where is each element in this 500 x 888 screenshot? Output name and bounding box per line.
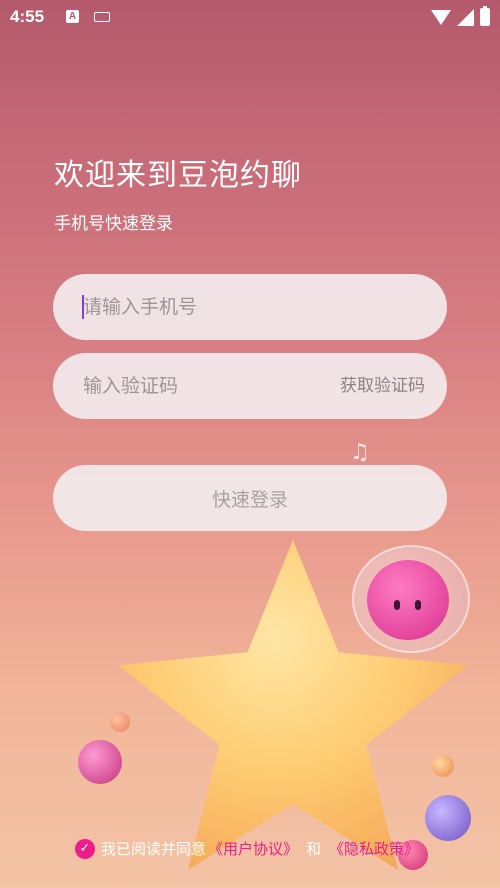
page-subtitle: 手机号快速登录 <box>54 214 173 234</box>
status-icons <box>431 6 490 26</box>
music-note-icon: ♫ <box>350 440 370 465</box>
agreement-and: 和 <box>306 840 322 858</box>
bubble-decoration <box>425 795 471 841</box>
signal-icon <box>457 8 474 26</box>
mascot-eye <box>415 600 421 610</box>
user-agreement-link[interactable]: 《用户协议》 <box>208 838 298 859</box>
bubble-decoration <box>432 755 454 777</box>
page-title: 欢迎来到豆泡约聊 <box>54 158 302 193</box>
mascot-eye <box>394 600 400 610</box>
accessibility-icon: A <box>66 10 79 23</box>
code-field[interactable]: 获取验证码 <box>53 353 447 419</box>
status-bar: 4:55 A <box>0 0 500 34</box>
agreement-row: ✓ 我已阅读并同意 《用户协议》 和 《隐私政策》 <box>75 838 421 859</box>
phone-input[interactable] <box>83 274 323 340</box>
keyboard-icon <box>94 12 110 22</box>
astronaut-mascot-illustration <box>367 560 449 640</box>
status-time: 4:55 <box>10 7 45 26</box>
agreement-prefix: 我已阅读并同意 <box>101 840 207 858</box>
bubble-decoration <box>110 712 130 732</box>
privacy-policy-link[interactable]: 《隐私政策》 <box>329 838 419 859</box>
code-input[interactable] <box>83 353 323 419</box>
wifi-icon <box>431 9 451 25</box>
get-code-button[interactable]: 获取验证码 <box>340 353 425 419</box>
bubble-decoration <box>78 740 122 784</box>
agree-checkbox[interactable]: ✓ <box>75 838 95 859</box>
battery-icon <box>480 6 490 26</box>
phone-field[interactable] <box>53 274 447 340</box>
login-button[interactable]: 快速登录 <box>53 465 447 531</box>
